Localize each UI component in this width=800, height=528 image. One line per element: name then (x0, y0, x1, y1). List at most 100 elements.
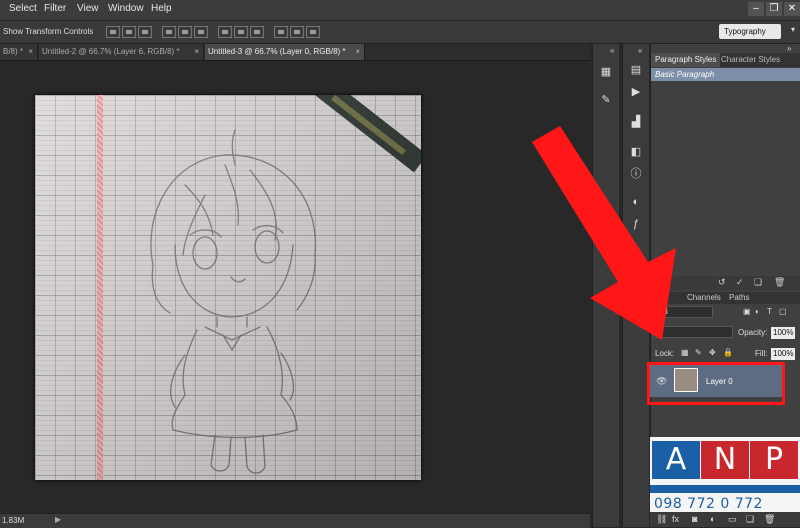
clone-source-icon[interactable]: ⚌ (629, 268, 643, 281)
adjustments-icon[interactable]: ◧ (629, 146, 643, 159)
tab-paragraph-styles[interactable]: Paragraph Styles (651, 53, 721, 67)
info-icon[interactable]: ⓘ (629, 168, 643, 181)
collapse-panel-icon[interactable]: » (787, 44, 791, 53)
group-icon[interactable]: ▭ (728, 514, 737, 525)
styles-icon[interactable]: ƒ (629, 218, 643, 231)
histogram-icon[interactable]: ▟ (629, 116, 643, 129)
filter-pixel-icon[interactable]: ▣ (743, 307, 751, 316)
restore-icon[interactable]: ❐ (766, 2, 782, 16)
distribute-left-icon[interactable] (274, 26, 288, 38)
status-arrow-icon[interactable]: ▶ (55, 515, 61, 524)
close-icon[interactable]: × (28, 44, 33, 60)
collapse-dock-icon[interactable]: « (638, 46, 642, 55)
distribute-bottom-icon[interactable] (250, 26, 264, 38)
collapse-dock-icon[interactable]: « (610, 46, 614, 55)
status-bar: 1.83M ▶ (0, 513, 590, 528)
filter-row: ind ▣ ◐ T ▢ (651, 306, 800, 322)
link-layers-icon[interactable]: ⛓ (656, 514, 667, 525)
mask-icon[interactable]: ◙ (692, 514, 697, 524)
history-icon[interactable]: ▤ (629, 64, 643, 77)
paragraph-style-label: Basic Paragraph (655, 70, 715, 79)
clear-override-icon[interactable]: ↺ (718, 277, 726, 288)
workspace-select[interactable]: Typography ▾ (719, 24, 795, 39)
menu-view[interactable]: View (77, 3, 99, 14)
lock-row: Lock: ▦ ✎ ✥ 🔒 Fill: 100% (651, 347, 800, 363)
logo-letter-a: A (652, 441, 700, 479)
chevron-down-icon: ▾ (790, 25, 795, 34)
opacity-field[interactable]: 100% (771, 327, 795, 339)
dock-column-2: « ▤ ▶ ▟ ◧ ⓘ ◐ ƒ ⚟ ⚌ (622, 44, 649, 527)
dock-column-1: « ▦ ✎ (592, 44, 619, 527)
tab-label: Untitled-3 @ 66.7% (Layer 0, RGB/8) * (208, 47, 346, 56)
minimize-icon[interactable]: – (748, 2, 764, 16)
brush-icon[interactable]: ⚟ (629, 246, 643, 259)
tab-label: Untitled-2 @ 66.7% (Layer 6, RGB/8) * (42, 47, 180, 56)
close-icon[interactable]: × (194, 44, 199, 60)
new-style-icon[interactable]: ❏ (754, 277, 762, 288)
paragraph-style-item[interactable]: Basic Paragraph (651, 68, 800, 81)
align-bottom-icon[interactable] (138, 26, 152, 38)
doc-size-readout: 1.83M (2, 516, 25, 525)
tab-layers[interactable]: s (655, 292, 659, 304)
filter-adjust-icon[interactable]: ◐ (755, 307, 760, 316)
grid-icon[interactable]: ▦ (599, 66, 613, 79)
align-vcenter-icon[interactable] (122, 26, 136, 38)
distribute-hcenter-icon[interactable] (290, 26, 304, 38)
lock-transparent-icon[interactable]: ▦ (681, 348, 689, 357)
fill-field[interactable]: 100% (771, 348, 795, 360)
filter-type-icon[interactable]: T (767, 307, 772, 316)
tab-untitled-3[interactable]: Untitled-3 @ 66.7% (Layer 0, RGB/8) * × (205, 44, 365, 60)
workspace-label: Typography (724, 27, 766, 36)
tab-untitled-2[interactable]: Untitled-2 @ 66.7% (Layer 6, RGB/8) * × (39, 44, 204, 60)
distribute-top-icon[interactable] (218, 26, 232, 38)
tab-channels[interactable]: Channels (687, 292, 721, 304)
tab-label: B/8) * (3, 47, 24, 56)
paragraph-styles-panel: » Paragraph Styles Character Styles (650, 44, 800, 292)
fill-label: Fill: (755, 349, 768, 358)
show-transform-controls-checkbox[interactable]: Show Transform Controls (3, 27, 93, 36)
logo-phone: 098 772 0 772 (654, 496, 763, 512)
menu-select[interactable]: Select (9, 3, 37, 14)
tab-paths[interactable]: Paths (729, 292, 749, 304)
options-bar: Show Transform Controls (0, 21, 800, 44)
photo-shading (35, 95, 421, 480)
filter-shape-icon[interactable]: ▢ (779, 307, 787, 316)
layer-style-icon[interactable]: fx (672, 514, 679, 524)
kind-filter-select[interactable]: ind (653, 306, 713, 318)
document-tabs: B/8) * × Untitled-2 @ 66.7% (Layer 6, RGB… (0, 44, 590, 61)
menu-filter[interactable]: Filter (44, 3, 66, 14)
lock-position-icon[interactable]: ✥ (709, 348, 716, 357)
opacity-label: Opacity: (738, 328, 768, 337)
logo-letter-p: P (750, 441, 798, 479)
lock-label: Lock: (655, 349, 675, 358)
distribute-vcenter-icon[interactable] (234, 26, 248, 38)
document-image[interactable] (35, 95, 421, 480)
new-layer-icon[interactable]: ❏ (746, 514, 754, 525)
blend-mode-select[interactable]: al (653, 326, 733, 338)
lock-all-icon[interactable]: 🔒 (723, 348, 733, 357)
align-hcenter-icon[interactable] (178, 26, 192, 38)
commit-icon[interactable]: ✓ (736, 277, 744, 288)
logo-letter-n: N (701, 441, 749, 479)
distribute-right-icon[interactable] (306, 26, 320, 38)
paragraph-panel-tabs: Paragraph Styles Character Styles (651, 53, 800, 67)
tab-doc-1[interactable]: B/8) * × (0, 44, 38, 60)
adjustment-layer-icon[interactable]: ◐ (710, 514, 715, 524)
delete-style-icon[interactable]: 🗑 (774, 277, 785, 288)
layers-panel-footer: ⛓ fx ◙ ◐ ▭ ❏ 🗑 (650, 512, 800, 527)
navigator-icon[interactable]: ◐ (629, 196, 643, 209)
menu-help[interactable]: Help (151, 3, 172, 14)
delete-layer-icon[interactable]: 🗑 (764, 514, 775, 525)
logo-bar (650, 485, 800, 493)
close-icon[interactable]: × (355, 44, 360, 60)
paragraph-panel-footer: ↺ ✓ ❏ 🗑 (650, 276, 800, 290)
lock-image-icon[interactable]: ✎ (695, 348, 702, 357)
align-top-icon[interactable] (106, 26, 120, 38)
align-right-icon[interactable] (194, 26, 208, 38)
actions-icon[interactable]: ▶ (629, 86, 643, 99)
close-icon[interactable]: ✕ (784, 2, 800, 16)
tool-presets-icon[interactable]: ✎ (599, 94, 613, 107)
tab-character-styles[interactable]: Character Styles (717, 53, 784, 67)
menu-window[interactable]: Window (108, 3, 144, 14)
align-left-icon[interactable] (162, 26, 176, 38)
